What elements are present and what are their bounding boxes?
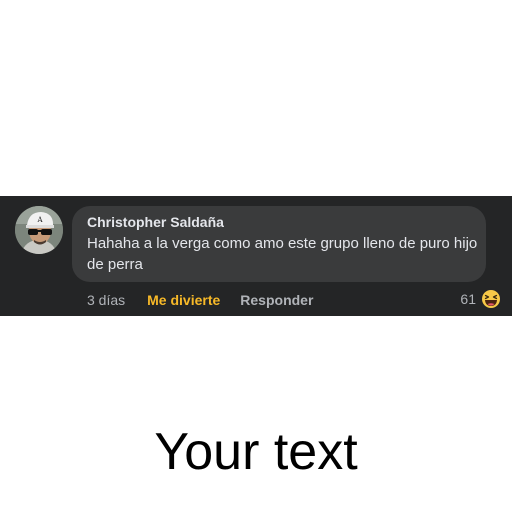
haha-emoji-icon — [480, 288, 502, 310]
comment-timestamp[interactable]: 3 días — [87, 292, 125, 308]
comment-bubble: Christopher Saldaña Hahaha a la verga co… — [72, 206, 486, 282]
meme-canvas: A Christopher Saldaña Hahaha a la verga … — [0, 0, 512, 512]
comment-text: Hahaha a la verga como amo este grupo ll… — [87, 235, 478, 273]
profile-photo-icon: A — [15, 206, 63, 254]
caption-text: Your text — [154, 423, 358, 481]
comment-actions: 3 días Me divierte Responder — [87, 290, 313, 310]
comment-author[interactable]: Christopher Saldaña — [87, 214, 224, 230]
reaction-count: 61 — [460, 291, 476, 307]
reply-button[interactable]: Responder — [240, 292, 313, 308]
avatar[interactable]: A — [15, 206, 63, 254]
reaction-summary[interactable]: 61 — [460, 288, 502, 310]
comment-panel: A Christopher Saldaña Hahaha a la verga … — [0, 196, 512, 316]
reaction-button[interactable]: Me divierte — [147, 292, 220, 308]
svg-text:A: A — [36, 216, 43, 224]
